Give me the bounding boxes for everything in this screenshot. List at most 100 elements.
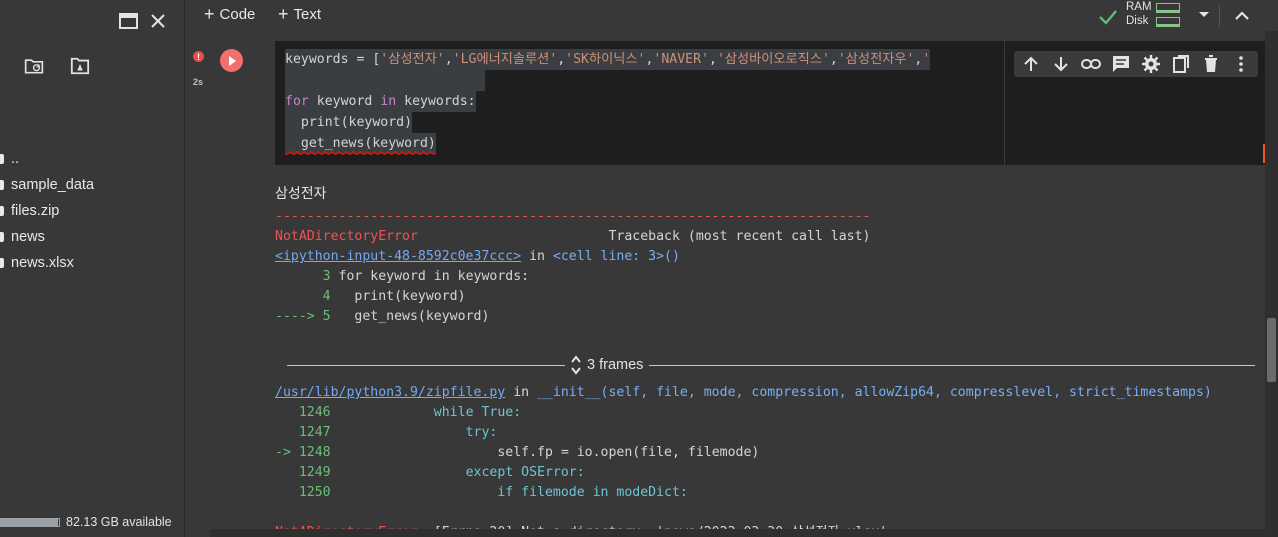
file-item[interactable]: sample_data — [0, 172, 185, 198]
frame-location: __init__(self, file, mode, compression, … — [537, 385, 1212, 400]
code-string: ' — [922, 52, 931, 67]
traceback-code-line: 1247 try: — [275, 423, 1275, 443]
cell-output: 삼성전자 -----------------------------------… — [275, 181, 1275, 537]
line-arrow — [275, 485, 299, 500]
ipython-input-link[interactable]: <ipython-input-48-8592c0e37ccc> — [275, 249, 521, 264]
disk-usage: 82.13 GB available — [0, 515, 172, 529]
file-name: sample_data — [11, 177, 95, 193]
line-number: 1248 — [298, 445, 331, 460]
plus-icon: + — [278, 4, 289, 24]
sidebar-window-controls — [118, 11, 168, 31]
line-code: if filemode in modeDict: — [330, 485, 688, 500]
close-icon[interactable] — [148, 11, 168, 31]
add-text-button[interactable]: + Text — [278, 5, 321, 23]
code-string: 'LG에너지솔루션' — [452, 52, 558, 67]
disk-usage-fill — [1, 518, 58, 526]
expand-frames-button[interactable]: 3 frames — [565, 355, 650, 375]
more-vert-icon[interactable] — [1230, 53, 1252, 75]
notebook-area: ! 2s keywords = ['삼성전자','LG에너지솔루션','SK하이… — [186, 31, 1275, 537]
mirror-cell-icon[interactable] — [1170, 53, 1192, 75]
frame-location: <cell line: 3>() — [552, 249, 680, 264]
code-keywords-assign: keywords = [ — [285, 52, 381, 67]
code-rest: keywords: — [396, 94, 476, 109]
line-number: 4 — [322, 289, 331, 304]
add-text-label: Text — [293, 5, 322, 23]
line-arrow — [275, 269, 323, 284]
traceback-dashes: ----------------------------------------… — [275, 209, 871, 224]
traceback-title: Traceback (most recent call last) — [608, 229, 871, 244]
delete-icon[interactable] — [1200, 53, 1222, 75]
file-item[interactable]: news — [0, 224, 185, 250]
editor-ruler — [1004, 41, 1005, 165]
disk-label: Disk — [1126, 15, 1149, 27]
play-icon — [229, 55, 236, 66]
disk-usage-bar — [0, 517, 60, 527]
scrollbar-thumb[interactable] — [1267, 318, 1276, 382]
traceback-code-line: 1249 except OSError: — [275, 463, 1275, 483]
code-line-1: keywords = ['삼성전자','LG에너지솔루션','SK하이닉스','… — [285, 49, 931, 70]
refresh-folder-icon[interactable] — [24, 56, 44, 76]
line-arrow — [275, 425, 299, 440]
ram-bar — [1155, 2, 1180, 13]
folder-indicator — [0, 206, 4, 216]
traceback-code-line: 4 print(keyword) — [275, 287, 1275, 307]
line-code: self.fp = io.open(file, filemode) — [330, 445, 760, 460]
mount-drive-icon[interactable] — [70, 56, 90, 76]
code-string: '삼성바이오로직스' — [716, 52, 830, 67]
horizontal-scrollbar[interactable] — [210, 529, 1265, 537]
settings-gear-icon[interactable] — [1140, 53, 1162, 75]
line-arrow — [275, 405, 299, 420]
disk-available-text: 82.13 GB available — [66, 515, 172, 529]
resources-indicator[interactable]: RAM Disk — [1098, 0, 1214, 28]
error-badge-icon: ! — [193, 51, 204, 62]
frames-divider — [287, 365, 1255, 366]
traceback-code-line: -> 1248 self.fp = io.open(file, filemode… — [275, 443, 1275, 463]
code-print-line: print(keyword) — [285, 115, 413, 130]
checkmark-icon — [1099, 10, 1117, 25]
open-in-tab-icon[interactable] — [118, 11, 138, 31]
file-item[interactable]: .. — [0, 146, 185, 172]
cell-toolbar — [1014, 51, 1258, 77]
disk-bar-fill — [1156, 23, 1179, 26]
zipfile-link[interactable]: /usr/lib/python3.9/zipfile.py — [275, 385, 505, 400]
run-cell-button[interactable] — [220, 49, 243, 72]
folder-indicator — [0, 258, 4, 268]
folder-indicator — [0, 232, 4, 242]
code-string: '삼성전자우' — [837, 52, 915, 67]
traceback-code-line: 3 for keyword in keywords: — [275, 267, 1275, 287]
file-sidebar: .. sample_data files.zip news news.xlsx … — [0, 0, 185, 537]
frames-collapser: 3 frames — [275, 347, 1275, 383]
comment-icon[interactable] — [1110, 53, 1132, 75]
traceback-frame-2: /usr/lib/python3.9/zipfile.py in __init_… — [275, 383, 1275, 403]
file-name: news — [11, 229, 45, 245]
chevron-down-icon[interactable] — [1194, 5, 1214, 25]
link-icon[interactable] — [1080, 53, 1102, 75]
toolbar-divider — [1219, 5, 1220, 27]
line-code: try: — [330, 425, 498, 440]
add-code-button[interactable]: + Code — [204, 5, 255, 23]
traceback-frame-1: <ipython-input-48-8592c0e37ccc> in <cell… — [275, 247, 1275, 267]
folder-indicator — [0, 154, 4, 164]
code-cell[interactable]: ! 2s keywords = ['삼성전자','LG에너지솔루션','SK하이… — [193, 41, 1275, 537]
resource-labels: RAM Disk — [1126, 0, 1152, 28]
code-string: '삼성전자' — [380, 52, 445, 67]
file-item[interactable]: files.zip — [0, 198, 185, 224]
unfold-icon — [571, 355, 581, 375]
chevron-up-icon[interactable] — [1232, 5, 1252, 25]
frame-in: in — [505, 385, 538, 400]
line-number: 3 — [322, 269, 331, 284]
folder-indicator — [0, 180, 4, 190]
add-code-label: Code — [219, 5, 256, 23]
code-keyword: in — [380, 94, 397, 109]
code-string: 'NAVER' — [653, 52, 709, 67]
frame-in: in — [521, 249, 553, 264]
file-list: .. sample_data files.zip news news.xlsx — [0, 146, 185, 276]
plus-icon: + — [204, 4, 215, 24]
move-down-icon[interactable] — [1050, 53, 1072, 75]
file-name: news.xlsx — [11, 255, 74, 271]
move-up-icon[interactable] — [1020, 53, 1042, 75]
file-item[interactable]: news.xlsx — [0, 250, 185, 276]
vertical-scrollbar[interactable] — [1265, 31, 1278, 537]
ram-bar-fill — [1156, 9, 1179, 12]
